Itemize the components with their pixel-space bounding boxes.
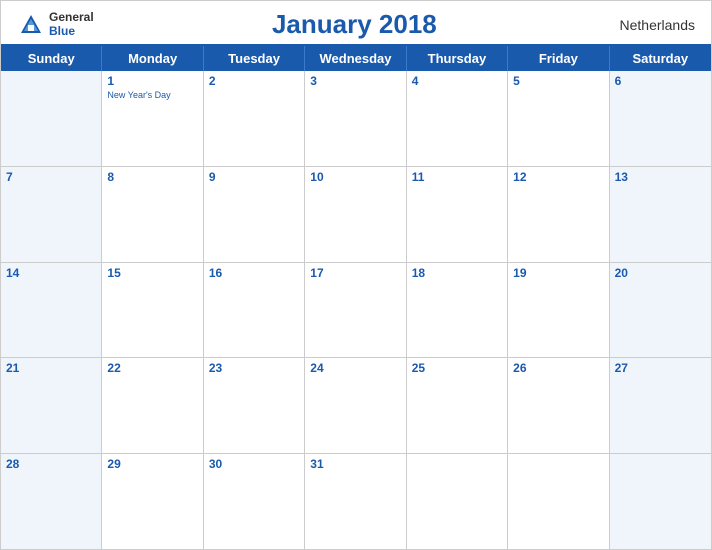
day-number: 23 (209, 361, 299, 375)
day-cell-w3-d7: 20 (610, 263, 711, 358)
day-cell-w4-d1: 21 (1, 358, 102, 453)
day-number: 13 (615, 170, 706, 184)
day-cell-w3-d5: 18 (407, 263, 508, 358)
day-cell-w2-d2: 8 (102, 167, 203, 262)
day-number: 30 (209, 457, 299, 471)
day-number: 25 (412, 361, 502, 375)
day-number: 16 (209, 266, 299, 280)
day-number: 15 (107, 266, 197, 280)
day-cell-w4-d6: 26 (508, 358, 609, 453)
day-number: 19 (513, 266, 603, 280)
day-cell-w1-d2: 1 New Year's Day (102, 71, 203, 166)
day-number: 28 (6, 457, 96, 471)
header-thursday: Thursday (407, 46, 508, 71)
day-cell-w2-d1: 7 (1, 167, 102, 262)
day-number: 7 (6, 170, 96, 184)
day-number: 22 (107, 361, 197, 375)
day-cell-w1-d1 (1, 71, 102, 166)
day-cell-w4-d2: 22 (102, 358, 203, 453)
day-cell-w2-d7: 13 (610, 167, 711, 262)
day-cell-w2-d5: 11 (407, 167, 508, 262)
week-row-4: 21 22 23 24 25 26 27 (1, 358, 711, 454)
day-cell-w5-d3: 30 (204, 454, 305, 549)
day-cell-w2-d3: 9 (204, 167, 305, 262)
day-cell-w1-d3: 2 (204, 71, 305, 166)
weeks-container: 1New Year's Day2345678910111213141516171… (1, 71, 711, 549)
day-number: 12 (513, 170, 603, 184)
day-cell-w5-d5 (407, 454, 508, 549)
day-headers: Sunday Monday Tuesday Wednesday Thursday… (1, 46, 711, 71)
day-number: 10 (310, 170, 400, 184)
header-sunday: Sunday (1, 46, 102, 71)
country-label: Netherlands (615, 17, 695, 33)
day-cell-w1-d4: 3 (305, 71, 406, 166)
calendar-header: General Blue January 2018 Netherlands (1, 1, 711, 44)
day-number: 9 (209, 170, 299, 184)
day-cell-w5-d7 (610, 454, 711, 549)
day-number: 1 (107, 74, 197, 88)
day-number: 8 (107, 170, 197, 184)
day-cell-w3-d3: 16 (204, 263, 305, 358)
day-cell-w1-d5: 4 (407, 71, 508, 166)
header-wednesday: Wednesday (305, 46, 406, 71)
day-cell-w3-d2: 15 (102, 263, 203, 358)
day-number: 3 (310, 74, 400, 88)
week-row-1: 1 New Year's Day 23456 (1, 71, 711, 167)
day-cell-w4-d3: 23 (204, 358, 305, 453)
header-friday: Friday (508, 46, 609, 71)
day-number: 29 (107, 457, 197, 471)
day-number: 4 (412, 74, 502, 88)
day-cell-w2-d6: 12 (508, 167, 609, 262)
day-cell-w4-d5: 25 (407, 358, 508, 453)
logo-area: General Blue (17, 11, 94, 39)
generalblue-logo-icon (17, 11, 45, 39)
day-cell-w5-d1: 28 (1, 454, 102, 549)
day-number: 14 (6, 266, 96, 280)
day-number: 2 (209, 74, 299, 88)
day-number: 6 (615, 74, 706, 88)
day-cell-w5-d6 (508, 454, 609, 549)
day-cell-w3-d1: 14 (1, 263, 102, 358)
week-row-5: 28 29 30 31 (1, 454, 711, 549)
day-cell-w1-d6: 5 (508, 71, 609, 166)
day-cell-w4-d7: 27 (610, 358, 711, 453)
header-tuesday: Tuesday (204, 46, 305, 71)
day-number: 21 (6, 361, 96, 375)
day-number: 24 (310, 361, 400, 375)
day-number: 31 (310, 457, 400, 471)
header-saturday: Saturday (610, 46, 711, 71)
week-row-3: 14 15 16 17 18 19 20 (1, 263, 711, 359)
header-monday: Monday (102, 46, 203, 71)
logo-blue: Blue (49, 25, 94, 38)
day-cell-w5-d2: 29 (102, 454, 203, 549)
calendar-container: General Blue January 2018 Netherlands Su… (0, 0, 712, 550)
logo-general: General (49, 11, 94, 24)
logo-text: General Blue (49, 11, 94, 37)
day-number: 27 (615, 361, 706, 375)
calendar-title: January 2018 (94, 9, 615, 40)
day-cell-w1-d7: 6 (610, 71, 711, 166)
day-cell-w4-d4: 24 (305, 358, 406, 453)
day-number: 5 (513, 74, 603, 88)
day-number: 11 (412, 170, 502, 184)
calendar-grid: Sunday Monday Tuesday Wednesday Thursday… (1, 44, 711, 549)
day-cell-w2-d4: 10 (305, 167, 406, 262)
week-row-2: 789 10 11 12 13 (1, 167, 711, 263)
day-number: 26 (513, 361, 603, 375)
day-number: 18 (412, 266, 502, 280)
day-cell-w5-d4: 31 (305, 454, 406, 549)
day-cell-w3-d6: 19 (508, 263, 609, 358)
holiday-label: New Year's Day (107, 90, 197, 101)
day-number: 20 (615, 266, 706, 280)
day-cell-w3-d4: 17 (305, 263, 406, 358)
day-number: 17 (310, 266, 400, 280)
